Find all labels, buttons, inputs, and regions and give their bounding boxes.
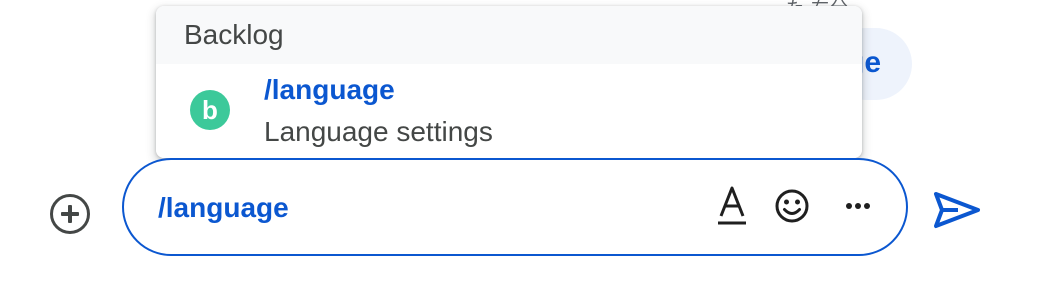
slash-command-suggestion[interactable]: b /language Language settings [156,64,862,158]
message-composer[interactable]: /language [122,158,908,256]
add-circle-icon[interactable] [50,194,90,234]
autocomplete-app-header: Backlog [156,6,862,64]
format-text-icon[interactable] [716,184,748,228]
emoji-icon[interactable] [774,188,810,224]
slash-command-autocomplete: Backlog b /language Language settings [156,6,862,158]
more-options-icon[interactable] [842,192,874,220]
app-avatar-letter: b [202,95,218,125]
suggestion-command: /language [264,74,395,105]
chat-compose-area: た 右分 ge Backlog b /language Language set… [0,0,1040,308]
backlog-app-icon: b [190,90,230,130]
message-input[interactable]: /language [158,192,289,224]
send-icon[interactable] [932,190,982,230]
suggestion-description: Language settings [264,116,493,147]
